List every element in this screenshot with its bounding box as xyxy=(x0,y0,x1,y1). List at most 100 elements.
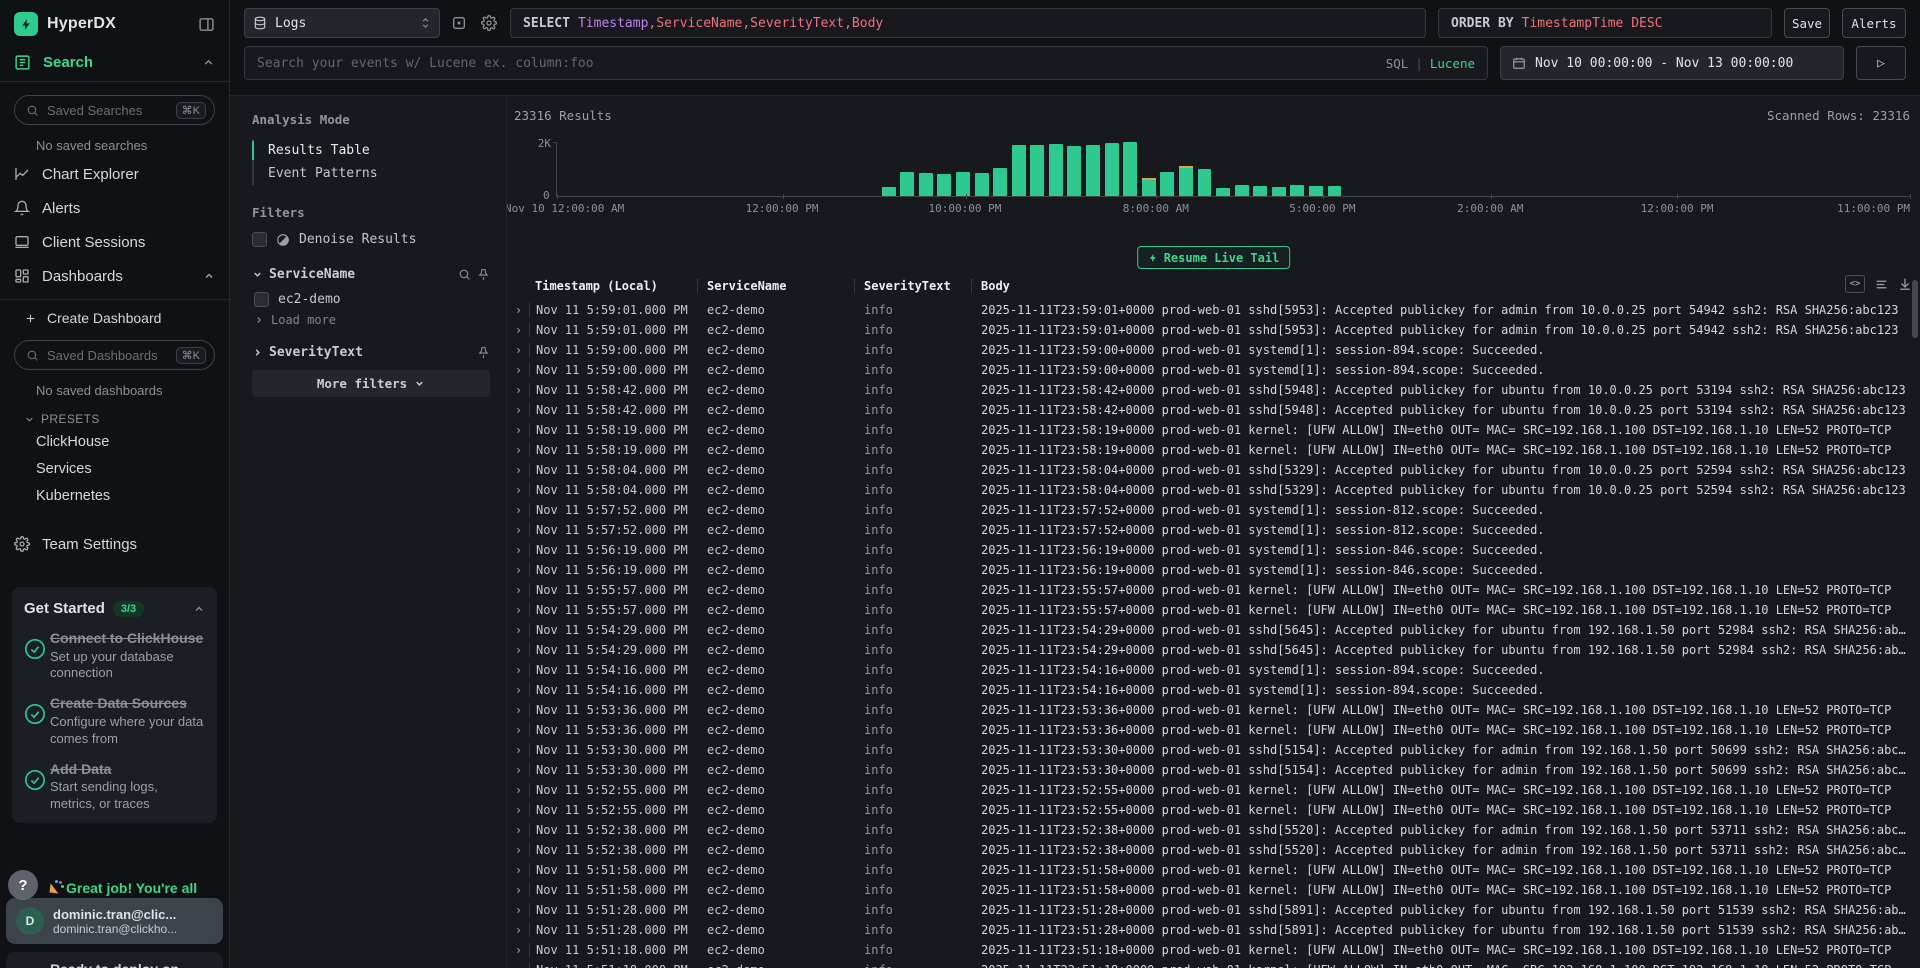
expand-row-icon[interactable] xyxy=(507,686,529,695)
histogram-bar[interactable] xyxy=(1179,166,1193,196)
create-dashboard-button[interactable]: Create Dashboard xyxy=(0,300,229,336)
log-row[interactable]: Nov 11 5:53:30.000 PMec2-demoinfo2025-11… xyxy=(507,740,1920,760)
expand-row-icon[interactable] xyxy=(507,626,529,635)
histogram-bar[interactable] xyxy=(1067,146,1081,196)
alerts-button[interactable]: Alerts xyxy=(1842,8,1906,38)
resume-live-tail-button[interactable]: Resume Live Tail xyxy=(1137,246,1291,269)
histogram-bar[interactable] xyxy=(1049,144,1063,196)
select-columns-input[interactable]: SELECT Timestamp,ServiceName,SeverityTex… xyxy=(510,8,1426,38)
table-scrollbar[interactable] xyxy=(1912,280,1918,338)
histogram-bar[interactable] xyxy=(993,168,1007,196)
log-row[interactable]: Nov 11 5:59:00.000 PMec2-demoinfo2025-11… xyxy=(507,360,1920,380)
expand-row-icon[interactable] xyxy=(507,786,529,795)
log-row[interactable]: Nov 11 5:57:52.000 PMec2-demoinfo2025-11… xyxy=(507,500,1920,520)
log-row[interactable]: Nov 11 5:56:19.000 PMec2-demoinfo2025-11… xyxy=(507,560,1920,580)
collapse-sidebar-icon[interactable] xyxy=(198,16,215,33)
log-row[interactable]: Nov 11 5:52:55.000 PMec2-demoinfo2025-11… xyxy=(507,800,1920,820)
sidebar-item-dashboards[interactable]: Dashboards xyxy=(0,259,229,293)
sidebar-item-alerts[interactable]: Alerts xyxy=(0,191,229,225)
preset-dashboard-item[interactable]: Kubernetes xyxy=(0,482,229,509)
get-started-item[interactable]: Connect to ClickHouseSet up your databas… xyxy=(24,630,205,682)
get-started-item[interactable]: Create Data SourcesConfigure where your … xyxy=(24,695,205,747)
log-row[interactable]: Nov 11 5:51:18.000 PMec2-demoinfo2025-11… xyxy=(507,960,1920,968)
column-settings-icon[interactable]: <> xyxy=(1845,275,1865,293)
log-row[interactable]: Nov 11 5:52:38.000 PMec2-demoinfo2025-11… xyxy=(507,820,1920,840)
log-row[interactable]: Nov 11 5:51:28.000 PMec2-demoinfo2025-11… xyxy=(507,920,1920,940)
download-icon[interactable] xyxy=(1898,277,1912,291)
sidebar-item-team-settings[interactable]: Team Settings xyxy=(0,527,229,561)
expand-row-icon[interactable] xyxy=(507,526,529,535)
get-started-item[interactable]: Add DataStart sending logs, metrics, or … xyxy=(24,761,205,813)
log-row[interactable]: Nov 11 5:58:04.000 PMec2-demoinfo2025-11… xyxy=(507,480,1920,500)
histogram-bar[interactable] xyxy=(975,173,989,196)
log-row[interactable]: Nov 11 5:54:16.000 PMec2-demoinfo2025-11… xyxy=(507,660,1920,680)
expand-row-icon[interactable] xyxy=(507,846,529,855)
help-button[interactable]: ? xyxy=(8,870,38,900)
log-row[interactable]: Nov 11 5:52:38.000 PMec2-demoinfo2025-11… xyxy=(507,840,1920,860)
expand-row-icon[interactable] xyxy=(507,326,529,335)
expand-row-icon[interactable] xyxy=(507,406,529,415)
histogram-bar[interactable] xyxy=(937,174,951,196)
histogram-bar[interactable] xyxy=(1309,186,1323,196)
filter-search-icon[interactable] xyxy=(458,268,471,281)
save-button[interactable]: Save xyxy=(1784,8,1830,38)
preset-dashboard-item[interactable]: ClickHouse xyxy=(0,428,229,455)
expand-row-icon[interactable] xyxy=(507,466,529,475)
expand-row-icon[interactable] xyxy=(507,866,529,875)
saved-dashboards-input[interactable]: ⌘K xyxy=(14,340,215,370)
log-row[interactable]: Nov 11 5:53:36.000 PMec2-demoinfo2025-11… xyxy=(507,700,1920,720)
sidebar-item-client-sessions[interactable]: Client Sessions xyxy=(0,225,229,259)
histogram-bar[interactable] xyxy=(900,172,914,196)
language-toggle-lucene[interactable]: Lucene xyxy=(1430,56,1475,71)
expand-row-icon[interactable] xyxy=(507,366,529,375)
histogram-bar[interactable] xyxy=(1105,143,1119,196)
histogram-bar[interactable] xyxy=(1123,142,1137,196)
chevron-up-icon[interactable] xyxy=(203,270,215,282)
expand-row-icon[interactable] xyxy=(507,426,529,435)
log-row[interactable]: Nov 11 5:51:58.000 PMec2-demoinfo2025-11… xyxy=(507,880,1920,900)
histogram-bar[interactable] xyxy=(1235,185,1249,196)
expand-row-icon[interactable] xyxy=(507,766,529,775)
expand-row-icon[interactable] xyxy=(507,706,529,715)
checkbox[interactable] xyxy=(252,232,267,247)
column-severitytext[interactable]: SeverityText xyxy=(855,279,972,293)
histogram-bar[interactable] xyxy=(919,173,933,196)
histogram-bar[interactable] xyxy=(956,172,970,196)
sidebar-item-search[interactable]: Search xyxy=(0,44,229,81)
column-servicename[interactable]: ServiceName xyxy=(698,279,855,293)
event-search-bar[interactable]: SQL | Lucene xyxy=(244,46,1488,80)
expand-row-icon[interactable] xyxy=(507,346,529,355)
more-filters-button[interactable]: More filters xyxy=(252,370,490,397)
language-toggle-sql[interactable]: SQL xyxy=(1386,56,1409,71)
expand-row-icon[interactable] xyxy=(507,746,529,755)
expand-row-icon[interactable] xyxy=(507,566,529,575)
expand-row-icon[interactable] xyxy=(507,886,529,895)
pin-icon[interactable] xyxy=(477,268,490,281)
run-query-button[interactable]: ▷ xyxy=(1856,46,1906,80)
histogram-bar[interactable] xyxy=(1290,185,1304,196)
table-config-icon[interactable] xyxy=(448,12,470,34)
saved-searches-field[interactable] xyxy=(47,103,176,118)
presets-toggle[interactable]: PRESETS xyxy=(24,412,215,426)
log-row[interactable]: Nov 11 5:57:52.000 PMec2-demoinfo2025-11… xyxy=(507,520,1920,540)
expand-row-icon[interactable] xyxy=(507,586,529,595)
log-row[interactable]: Nov 11 5:58:19.000 PMec2-demoinfo2025-11… xyxy=(507,420,1920,440)
sidebar-item-chart-explorer[interactable]: Chart Explorer xyxy=(0,157,229,191)
log-row[interactable]: Nov 11 5:54:29.000 PMec2-demoinfo2025-11… xyxy=(507,620,1920,640)
expand-row-icon[interactable] xyxy=(507,646,529,655)
histogram-bar[interactable] xyxy=(1272,187,1286,196)
histogram-bar[interactable] xyxy=(1030,145,1044,196)
log-row[interactable]: Nov 11 5:53:36.000 PMec2-demoinfo2025-11… xyxy=(507,720,1920,740)
log-row[interactable]: Nov 11 5:59:01.000 PMec2-demoinfo2025-11… xyxy=(507,300,1920,320)
expand-row-icon[interactable] xyxy=(507,726,529,735)
mode-results-table[interactable]: Results Table xyxy=(254,139,490,162)
saved-searches-input[interactable]: ⌘K xyxy=(14,95,215,125)
filter-group-severitytext[interactable]: SeverityText xyxy=(252,345,490,360)
filter-group-servicename[interactable]: ServiceName xyxy=(252,267,490,282)
log-row[interactable]: Nov 11 5:58:04.000 PMec2-demoinfo2025-11… xyxy=(507,460,1920,480)
column-body[interactable]: Body xyxy=(972,279,1920,293)
histogram-bar[interactable] xyxy=(1216,188,1230,196)
expand-row-icon[interactable] xyxy=(507,546,529,555)
filter-value-ec2-demo[interactable]: ec2-demo xyxy=(254,292,490,307)
log-row[interactable]: Nov 11 5:59:00.000 PMec2-demoinfo2025-11… xyxy=(507,340,1920,360)
